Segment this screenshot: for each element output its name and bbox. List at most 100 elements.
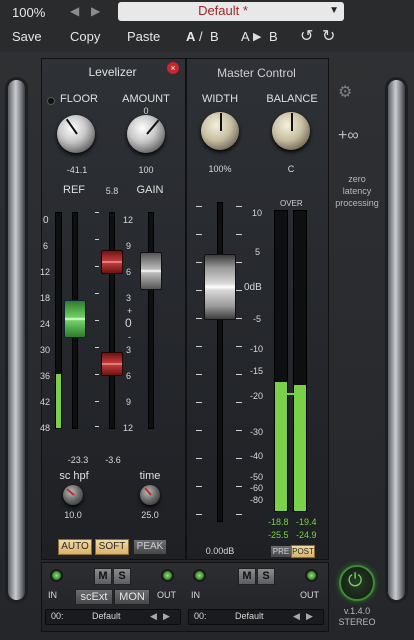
- master-fader-reading: 0.00dB: [205, 546, 235, 556]
- amount-label: AMOUNT: [122, 93, 170, 105]
- copy-a-label: A: [241, 29, 250, 44]
- pre-button[interactable]: PRE: [270, 545, 292, 558]
- in-led-2[interactable]: [195, 571, 204, 580]
- gain-fader-handle[interactable]: [140, 252, 162, 290]
- balance-knob[interactable]: [272, 112, 310, 150]
- ref-top-value: 5.8: [105, 186, 119, 196]
- gain-scale: 12 9 6 3 + 0 - 3 6 9 12: [123, 215, 134, 433]
- master-fader-track: [217, 202, 223, 522]
- processing-text: processing: [335, 198, 379, 208]
- copy-button[interactable]: Copy: [70, 29, 100, 44]
- out-led-1[interactable]: [163, 571, 172, 580]
- slot-1-next-icon[interactable]: ▶: [163, 611, 170, 622]
- width-knob[interactable]: [201, 112, 239, 150]
- paste-button[interactable]: Paste: [127, 29, 160, 44]
- out-label-2: OUT: [300, 590, 319, 600]
- peak-button[interactable]: PEAK: [133, 539, 167, 555]
- ref-meter-fill: [56, 374, 61, 428]
- ref-meter: [55, 212, 62, 429]
- settings-gear-icon[interactable]: ⚙: [338, 82, 358, 102]
- time-label: time: [139, 470, 161, 482]
- floor-led: [47, 97, 55, 105]
- gr-lower-handle[interactable]: [101, 352, 123, 376]
- slot-1-prev-icon[interactable]: ◀: [150, 611, 157, 622]
- preset-slot-1-num: 00:: [51, 611, 64, 621]
- preset-slot-1[interactable]: 00: Default ◀ ▶: [45, 609, 181, 625]
- master-meter-right-fill: [294, 385, 306, 511]
- levelizer-title: Levelizer: [88, 65, 137, 79]
- ab-a-button[interactable]: A: [186, 29, 195, 44]
- out-led-2[interactable]: [307, 571, 316, 580]
- right-rail: [388, 80, 405, 600]
- zoom-level[interactable]: 100%: [12, 5, 45, 20]
- master-fader-ticks-right: [236, 206, 242, 516]
- gain-fader-track: [148, 212, 154, 429]
- soft-button[interactable]: SOFT: [95, 539, 129, 555]
- ab-b-button[interactable]: B: [210, 29, 219, 44]
- arrow-right-icon[interactable]: ▶: [253, 30, 261, 43]
- master-fader-ticks-left: [196, 206, 202, 516]
- floor-value: -41.1: [66, 165, 88, 175]
- amount-value: 100: [138, 165, 154, 175]
- gain-reading: -3.6: [105, 455, 121, 465]
- preset-slot-2-name: Default: [235, 611, 264, 621]
- next-preset-arrow-icon[interactable]: ▶: [91, 4, 100, 18]
- over-label: OVER: [280, 199, 303, 208]
- in-label-2: IN: [191, 590, 200, 600]
- mute-button-2[interactable]: M: [238, 568, 256, 585]
- schpf-label: sc hpf: [59, 470, 89, 482]
- master-control-title: Master Control: [217, 66, 296, 80]
- copy-b-label: B: [269, 29, 278, 44]
- save-button[interactable]: Save: [12, 29, 42, 44]
- width-label: WIDTH: [201, 93, 239, 105]
- solo-button-1[interactable]: S: [113, 568, 131, 585]
- solo-button-2[interactable]: S: [257, 568, 275, 585]
- peak-hold-indicator: [285, 393, 297, 395]
- width-value: 100%: [208, 164, 232, 174]
- sc-ext-button[interactable]: scExt: [75, 589, 113, 605]
- redo-icon[interactable]: ↻: [322, 26, 335, 46]
- in-led-1[interactable]: [52, 571, 61, 580]
- out-label-1: OUT: [157, 590, 176, 600]
- ref-gain-ticks: [95, 212, 99, 427]
- undo-icon[interactable]: ↺: [300, 26, 313, 46]
- zero-text: zero: [348, 174, 366, 184]
- auto-button[interactable]: AUTO: [58, 539, 92, 555]
- mon-button[interactable]: MON: [114, 589, 150, 605]
- preset-slot-2[interactable]: 00: Default ◀ ▶: [188, 609, 324, 625]
- floor-knob[interactable]: [57, 115, 95, 153]
- time-value: 25.0: [141, 510, 159, 520]
- power-icon: ⏻: [348, 570, 363, 590]
- balance-label: BALANCE: [266, 93, 318, 105]
- chevron-down-icon: ▼: [329, 5, 339, 16]
- floor-label: FLOOR: [60, 93, 98, 105]
- post-button[interactable]: POST: [291, 545, 315, 558]
- preset-name: Default *: [198, 3, 248, 18]
- ref-fader-handle[interactable]: [64, 300, 86, 338]
- schpf-value: 10.0: [64, 510, 82, 520]
- latency-text: latency: [342, 186, 372, 196]
- version-text: v.1.4.0: [343, 606, 371, 616]
- master-scale: 10 5 0dB -5 -10 -15 -20 -30 -40 -50 -60 …: [244, 208, 264, 505]
- prev-preset-arrow-icon[interactable]: ◀: [70, 4, 79, 18]
- gain-label: GAIN: [136, 184, 164, 196]
- gr-upper-handle[interactable]: [101, 250, 123, 274]
- master-meter-right: [293, 210, 307, 512]
- ab-slash: /: [199, 29, 203, 44]
- master-fader-handle[interactable]: [204, 254, 236, 320]
- peak-left: -18.8: [268, 517, 289, 527]
- preset-slot-2-num: 00:: [194, 611, 207, 621]
- mute-button-1[interactable]: M: [94, 568, 112, 585]
- top-toolbar: 100% ◀ ▶ Default * ▼ Save Copy Paste A /…: [0, 0, 414, 52]
- preset-dropdown[interactable]: Default * ▼: [118, 2, 344, 21]
- stereo-text: STEREO: [338, 617, 376, 627]
- slot-2-prev-icon[interactable]: ◀: [293, 611, 300, 622]
- close-icon[interactable]: ×: [167, 62, 179, 74]
- slot-2-next-icon[interactable]: ▶: [306, 611, 313, 622]
- ref-scale: 0 6 12 18 24 30 36 42 48: [40, 215, 51, 433]
- amount-knob[interactable]: [127, 115, 165, 153]
- power-button[interactable]: ⏻: [339, 565, 375, 601]
- left-rail: [8, 80, 25, 600]
- schpf-knob[interactable]: [63, 485, 83, 505]
- time-knob[interactable]: [140, 485, 160, 505]
